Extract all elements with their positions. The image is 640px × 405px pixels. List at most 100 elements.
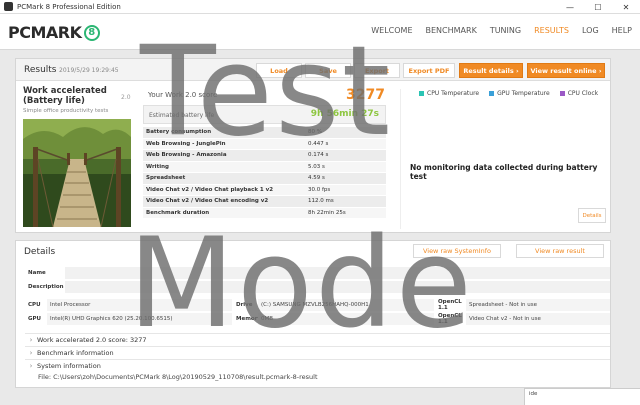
results-panel: Results 2019/5/29 19:29:45 Load Save Exp… xyxy=(15,58,611,233)
battery-life-value: 9h 56min 27s xyxy=(310,109,379,119)
table-row: Spreadsheet 4.59 s xyxy=(143,173,386,185)
system-spec-table: CPU Intel Processor Drive (C:) SAMSUNG M… xyxy=(25,299,610,325)
gpu-temp-swatch xyxy=(489,91,495,96)
save-button[interactable]: Save xyxy=(305,63,351,78)
pcmark-logo: PCMARK 8 xyxy=(8,23,100,42)
spec-key: OpenCL 1.1 xyxy=(438,313,462,325)
minimize-button[interactable]: — xyxy=(556,0,584,14)
cpu-clock-swatch xyxy=(559,91,565,96)
spec-value: Spreadsheet - Not in use xyxy=(466,299,610,311)
metric-name: Writing xyxy=(146,163,169,170)
metric-value: 112.0 ms xyxy=(308,198,334,205)
nav-log[interactable]: LOG xyxy=(582,26,599,35)
table-row: Battery consumption 80 % xyxy=(143,127,386,139)
test-version: 2.0 xyxy=(121,94,131,101)
spec-key: GPU xyxy=(28,316,42,322)
result-details-button[interactable]: Result details › xyxy=(459,63,523,78)
metric-name: Web Browsing - Amazonia xyxy=(146,152,227,159)
view-raw-result-button[interactable]: View raw result xyxy=(516,244,604,258)
logo-mark: 8 xyxy=(83,24,100,41)
metric-value: 4.59 s xyxy=(308,175,325,182)
legend-item[interactable]: CPU Clock xyxy=(559,90,599,97)
chevron-right-icon: › xyxy=(29,349,33,357)
test-name: Work accelerated (Battery life) xyxy=(23,86,107,106)
spec-key: CPU xyxy=(28,302,41,308)
spec-value: Intel(R) UHD Graphics 620 (25.20.100.651… xyxy=(47,313,232,325)
nav-benchmark[interactable]: BENCHMARK xyxy=(426,26,477,35)
result-file-path: File: C:\Users\zoh\Documents\PCMark 8\Lo… xyxy=(38,373,318,381)
expander-benchmark-info[interactable]: › Benchmark information xyxy=(25,346,610,359)
bottom-side-tab[interactable]: ide xyxy=(524,388,640,405)
table-row: Video Chat v2 / Video Chat encoding v2 11… xyxy=(143,196,386,208)
results-title: Results xyxy=(24,65,57,75)
results-date: 2019/5/29 19:29:45 xyxy=(59,67,119,74)
test-subtitle: Simple office productivity tests xyxy=(23,108,109,114)
spec-key: Drive xyxy=(236,302,253,308)
name-label: Name xyxy=(28,270,46,276)
chevron-right-icon: › xyxy=(29,362,33,370)
export-button[interactable]: Export xyxy=(354,63,400,78)
metric-name: Spreadsheet xyxy=(146,175,186,182)
nav-tuning[interactable]: TUNING xyxy=(490,26,521,35)
metric-name: Video Chat v2 / Video Chat playback 1 v2 xyxy=(146,186,274,193)
export-pdf-button[interactable]: Export PDF xyxy=(403,63,455,78)
description-row: Description xyxy=(25,281,610,293)
score-value: 3277 xyxy=(346,87,385,103)
no-monitoring-data-message: No monitoring data collected during batt… xyxy=(410,163,598,181)
table-row: GPU Intel(R) UHD Graphics 620 (25.20.100… xyxy=(25,313,610,325)
expander-system-info[interactable]: › System information xyxy=(25,359,610,372)
metric-value: 8h 22min 25s xyxy=(308,209,346,216)
cpu-temp-swatch xyxy=(419,91,424,96)
rope-bridge-image xyxy=(23,119,131,227)
metric-value: 80 % xyxy=(308,129,322,136)
nav-welcome[interactable]: WELCOME xyxy=(371,26,412,35)
main-nav: WELCOME BENCHMARK TUNING RESULTS LOG HEL… xyxy=(371,26,632,35)
view-online-button[interactable]: View result online › xyxy=(527,63,605,78)
view-raw-systeminfo-button[interactable]: View raw SystemInfo xyxy=(413,244,501,258)
table-row: Web Browsing - Amazonia 0.174 s xyxy=(143,150,386,162)
expander-score[interactable]: › Work accelerated 2.0 score: 3277 xyxy=(25,333,610,346)
maximize-button[interactable]: ☐ xyxy=(584,0,612,14)
nav-results[interactable]: RESULTS xyxy=(534,26,569,35)
spec-value: Intel Processor xyxy=(47,299,232,311)
metric-name: Web Browsing - JunglePin xyxy=(146,140,226,147)
metric-value: 5.03 s xyxy=(308,163,325,170)
spec-value: Video Chat v2 - Not in use xyxy=(466,313,610,325)
app-icon xyxy=(4,2,13,11)
spec-key: Memory xyxy=(236,316,262,322)
metric-name: Battery consumption xyxy=(146,129,212,136)
spec-value: 0MB xyxy=(258,313,434,325)
table-row: CPU Intel Processor Drive (C:) SAMSUNG M… xyxy=(25,299,610,311)
legend-item[interactable]: CPU Temperature xyxy=(419,90,479,97)
spec-key: OpenCL 1.1 xyxy=(438,299,462,311)
legend-item[interactable]: GPU Temperature xyxy=(489,90,550,97)
table-row: Writing 5.03 s xyxy=(143,161,386,173)
load-button[interactable]: Load xyxy=(256,63,302,78)
legend-label: CPU Clock xyxy=(567,90,599,97)
description-label: Description xyxy=(28,284,64,290)
close-button[interactable]: ✕ xyxy=(612,0,640,14)
details-button[interactable]: Details xyxy=(578,208,606,223)
name-value xyxy=(65,267,610,279)
metrics-table: Battery consumption 80 % Web Browsing - J… xyxy=(143,127,386,219)
legend-label: CPU Temperature xyxy=(427,90,480,97)
battery-life-label: Estimated battery life xyxy=(149,112,215,119)
logo-text: PCMARK xyxy=(8,23,82,42)
expander-label: Work accelerated 2.0 score: 3277 xyxy=(37,336,147,344)
expander-label: Benchmark information xyxy=(37,349,114,357)
app-navbar: PCMARK 8 WELCOME BENCHMARK TUNING RESULT… xyxy=(0,14,640,50)
score-label: Your Work 2.0 score xyxy=(148,91,218,99)
monitoring-legend: CPU Temperature GPU Temperature CPU Cloc… xyxy=(419,90,598,97)
metric-value: 30.0 fps xyxy=(308,186,331,193)
table-row: Video Chat v2 / Video Chat playback 1 v2… xyxy=(143,184,386,196)
metric-name: Video Chat v2 / Video Chat encoding v2 xyxy=(146,198,269,205)
nav-help[interactable]: HELP xyxy=(612,26,632,35)
expander-label: System information xyxy=(37,362,101,370)
test-thumbnail xyxy=(23,119,131,227)
details-panel: Details View raw SystemInfo View raw res… xyxy=(15,240,611,388)
details-title: Details xyxy=(24,247,56,257)
window-titlebar: PCMark 8 Professional Edition — ☐ ✕ xyxy=(0,0,640,14)
metric-value: 0.447 s xyxy=(308,140,329,147)
table-row: Web Browsing - JunglePin 0.447 s xyxy=(143,138,386,150)
results-header: Results 2019/5/29 19:29:45 Load Save Exp… xyxy=(16,59,610,81)
